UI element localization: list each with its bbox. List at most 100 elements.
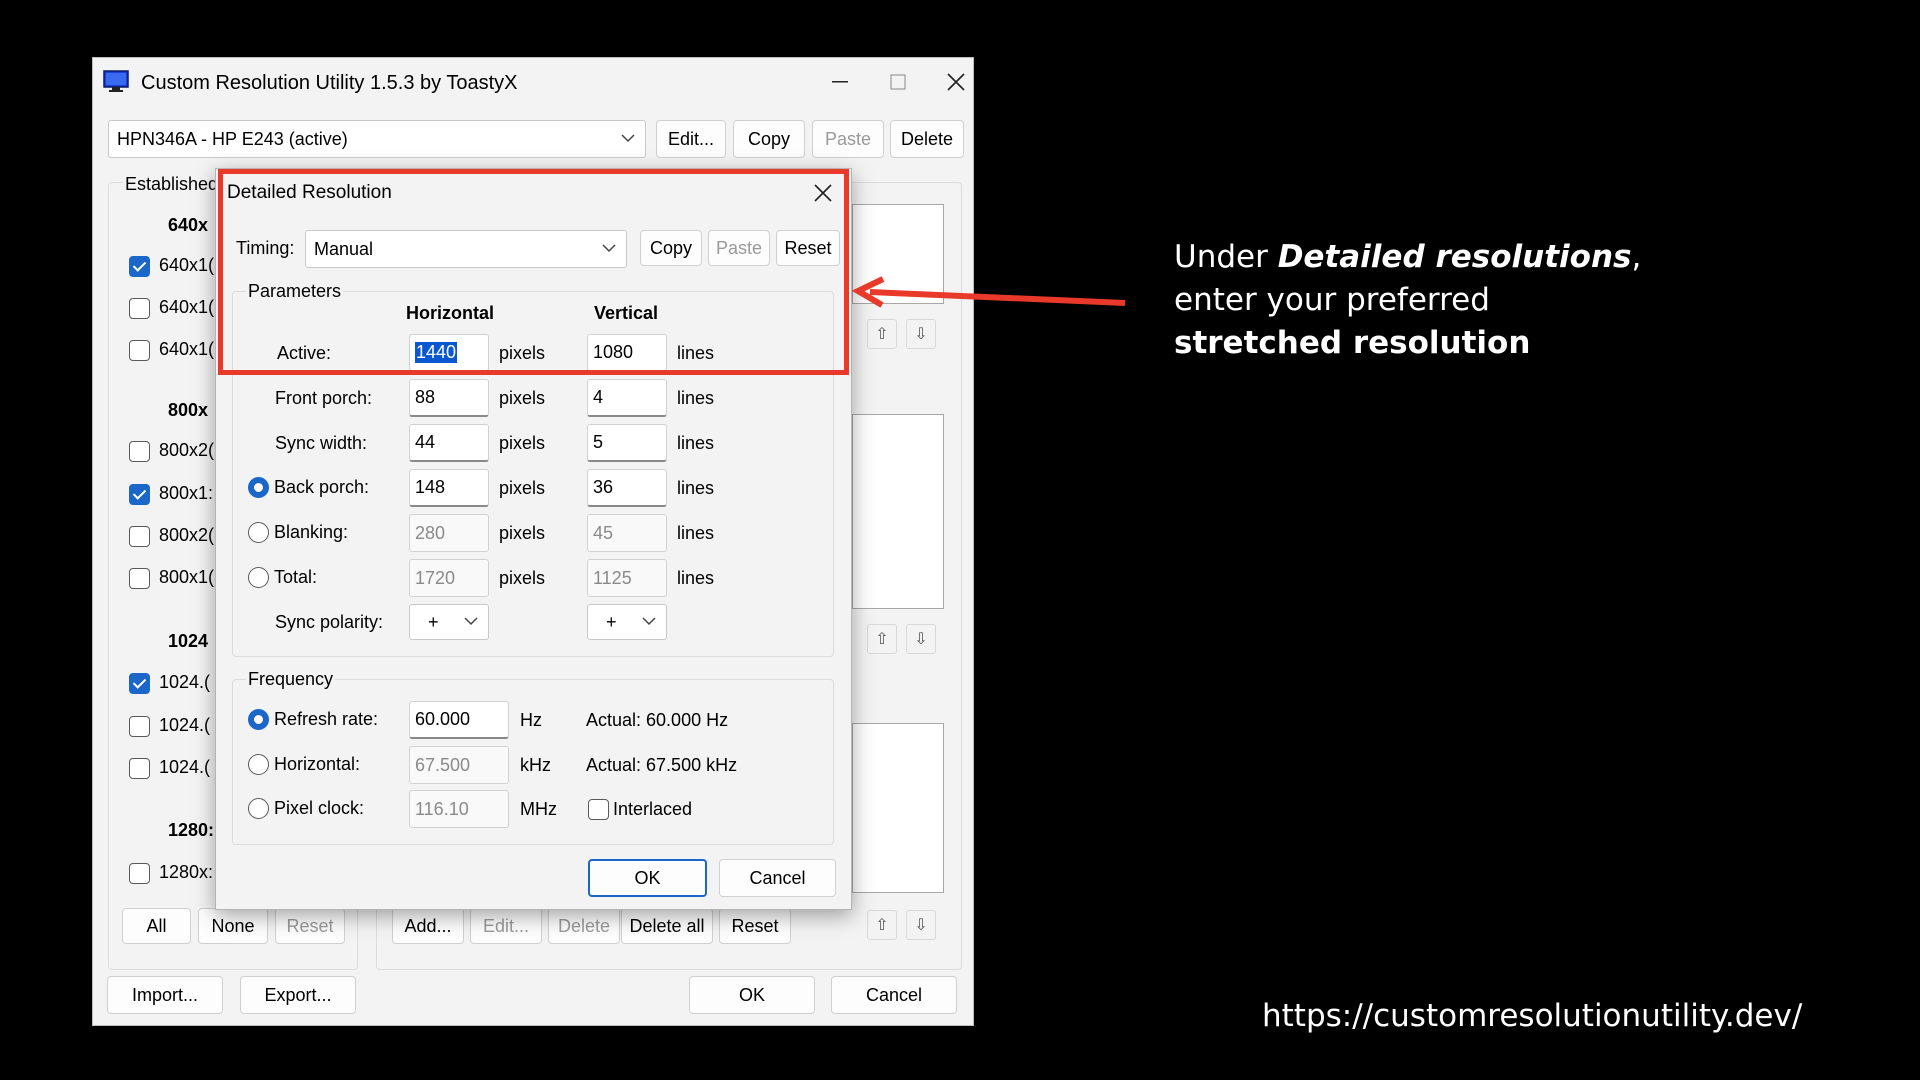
annotation-suffix: , [1631, 239, 1642, 275]
front-porch-label: Front porch: [275, 388, 373, 408]
main-ok-button[interactable]: OK [689, 976, 815, 1014]
sync-polarity-vertical-value: + [606, 611, 617, 632]
refresh-actual: Actual: 60.000 Hz [586, 710, 729, 730]
select-none-button[interactable]: None [198, 908, 268, 944]
chevron-down-icon [621, 134, 635, 143]
hz-unit: Hz [520, 710, 542, 730]
blanking-radio[interactable] [248, 522, 269, 543]
edit-monitor-button[interactable]: Edit... [656, 120, 726, 158]
refresh-rate-label: Refresh rate: [274, 709, 379, 729]
main-cancel-button[interactable]: Cancel [831, 976, 957, 1014]
monitor-select[interactable]: HPN346A - HP E243 (active) [108, 120, 646, 158]
minimize-button[interactable] [817, 58, 863, 106]
horizontal-freq-label: Horizontal: [274, 754, 361, 774]
close-button[interactable] [933, 58, 979, 106]
total-label: Total: [274, 567, 318, 587]
monitor-app-icon [103, 70, 129, 92]
lines-unit: lines [677, 433, 715, 453]
pixel-clock-radio[interactable] [248, 798, 269, 819]
reset-button[interactable]: Reset [719, 908, 791, 944]
resolution-label: 800x1( [159, 567, 215, 587]
arrow-down-icon: ⇩ [914, 631, 928, 648]
annotation-line-1: Under Detailed resolutions, [1174, 236, 1694, 279]
resolution-label: 1024.( [159, 757, 211, 777]
resolution-checkbox[interactable] [129, 441, 150, 462]
pixel-clock-input[interactable]: 116.10 [409, 790, 509, 828]
refresh-rate-radio[interactable] [248, 709, 269, 730]
lines-unit: lines [677, 478, 715, 498]
horizontal-actual: Actual: 67.500 kHz [586, 755, 738, 775]
lines-unit: lines [677, 568, 715, 588]
front-porch-vertical-input[interactable]: 4 [587, 379, 667, 417]
group-header: 1280: [168, 820, 215, 840]
move-up-button[interactable]: ⇧ [867, 624, 897, 654]
blanking-vertical-input[interactable]: 45 [587, 514, 667, 552]
total-vertical-input[interactable]: 1125 [587, 559, 667, 597]
chevron-down-icon [642, 617, 656, 626]
sync-polarity-vertical-select[interactable]: + [587, 604, 667, 640]
total-radio[interactable] [248, 567, 269, 588]
select-all-button[interactable]: All [122, 908, 191, 944]
resolution-checkbox[interactable] [129, 568, 150, 589]
dialog-cancel-button[interactable]: Cancel [719, 859, 836, 897]
refresh-rate-input[interactable]: 60.000 [409, 701, 509, 739]
move-up-button[interactable]: ⇧ [867, 319, 897, 349]
move-up-button[interactable]: ⇧ [867, 910, 897, 940]
resolution-checkbox[interactable] [129, 716, 150, 737]
sync-width-vertical-input[interactable]: 5 [587, 424, 667, 462]
blanking-label: Blanking: [274, 522, 349, 542]
mhz-unit: MHz [520, 799, 557, 819]
sync-width-horizontal-input[interactable]: 44 [409, 424, 489, 462]
sync-polarity-horizontal-select[interactable]: + [409, 604, 489, 640]
back-porch-horizontal-input[interactable]: 148 [409, 469, 489, 507]
maximize-button[interactable] [875, 58, 921, 106]
move-down-button[interactable]: ⇩ [906, 624, 936, 654]
move-down-button[interactable]: ⇩ [906, 319, 936, 349]
horizontal-freq-radio[interactable] [248, 754, 269, 775]
frequency-title: Frequency [246, 669, 336, 690]
resolution-checkbox[interactable] [129, 340, 150, 361]
arrow-down-icon: ⇩ [914, 917, 928, 934]
import-button[interactable]: Import... [107, 976, 223, 1014]
detailed-list-2[interactable] [852, 414, 944, 609]
edit-button[interactable]: Edit... [470, 908, 542, 944]
resolution-label: 800x1: [159, 483, 214, 503]
annotation-emphasis: Detailed resolutions [1277, 239, 1632, 275]
resolution-label: 640x1( [159, 339, 215, 359]
title-bar: Custom Resolution Utility 1.5.3 by Toast… [93, 58, 973, 106]
chevron-down-icon [464, 617, 478, 626]
export-button[interactable]: Export... [240, 976, 356, 1014]
resolution-label: 640x1( [159, 297, 215, 317]
annotation-line-3: stretched resolution [1174, 322, 1694, 365]
established-title: Established [123, 174, 221, 195]
back-porch-radio[interactable] [248, 477, 269, 498]
add-button[interactable]: Add... [392, 908, 464, 944]
interlaced-checkbox[interactable] [588, 799, 609, 820]
horizontal-freq-input[interactable]: 67.500 [409, 746, 509, 784]
resolution-checkbox[interactable] [129, 484, 150, 505]
resolution-checkbox[interactable] [129, 673, 150, 694]
lines-unit: lines [677, 388, 715, 408]
resolution-checkbox[interactable] [129, 526, 150, 547]
delete-all-button[interactable]: Delete all [621, 908, 713, 944]
established-reset-button[interactable]: Reset [275, 908, 345, 944]
resolution-checkbox[interactable] [129, 863, 150, 884]
sync-width-label: Sync width: [275, 433, 368, 453]
pixels-unit: pixels [499, 523, 546, 543]
resolution-checkbox[interactable] [129, 298, 150, 319]
annotation-bold: stretched resolution [1174, 325, 1531, 361]
move-down-button[interactable]: ⇩ [906, 910, 936, 940]
resolution-checkbox[interactable] [129, 256, 150, 277]
back-porch-vertical-input[interactable]: 36 [587, 469, 667, 507]
delete-button[interactable]: Delete [548, 908, 620, 944]
dialog-ok-button[interactable]: OK [588, 859, 707, 897]
total-horizontal-input[interactable]: 1720 [409, 559, 489, 597]
detailed-list-3[interactable] [852, 723, 944, 893]
copy-monitor-button[interactable]: Copy [733, 120, 805, 158]
close-icon [947, 73, 965, 91]
resolution-checkbox[interactable] [129, 758, 150, 779]
paste-monitor-button[interactable]: Paste [812, 120, 884, 158]
delete-monitor-button[interactable]: Delete [890, 120, 964, 158]
blanking-horizontal-input[interactable]: 280 [409, 514, 489, 552]
front-porch-horizontal-input[interactable]: 88 [409, 379, 489, 417]
